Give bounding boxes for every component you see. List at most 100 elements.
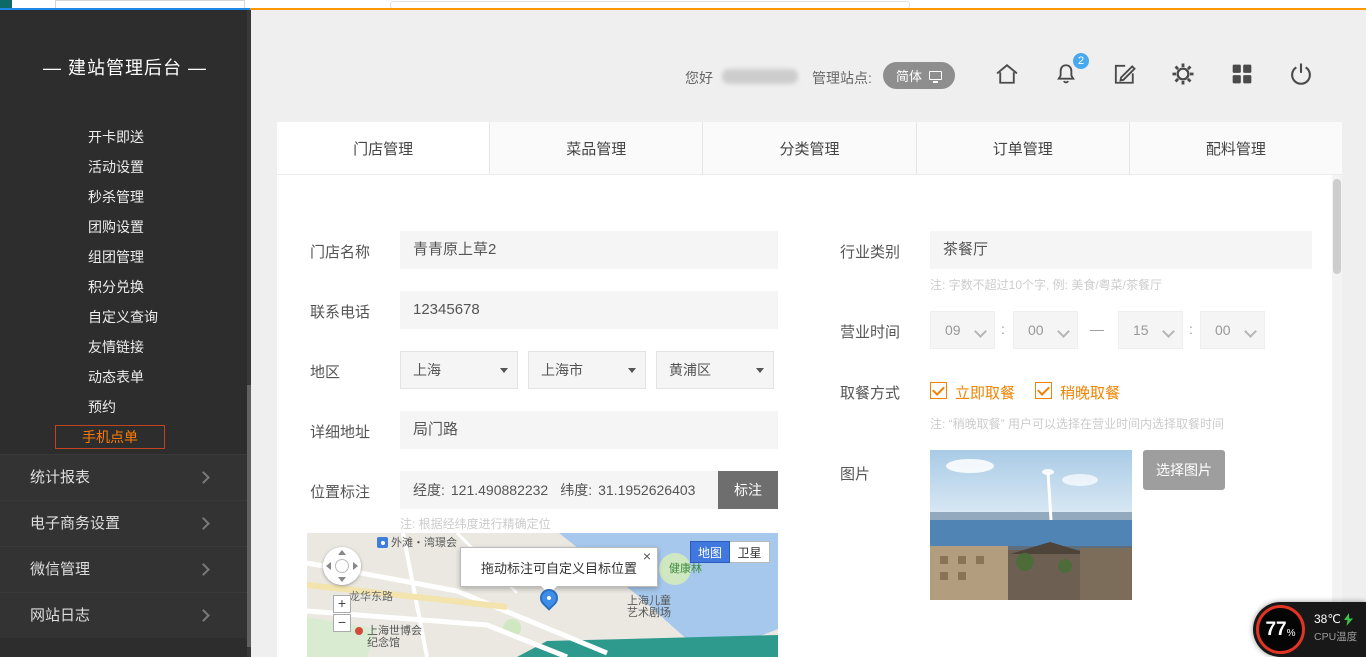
store-photo-thumbnail (930, 450, 1132, 600)
choose-image-button[interactable]: 选择图片 (1143, 450, 1225, 490)
sidebar-item-huodong[interactable]: 活动设置 (0, 152, 250, 182)
tab-dish-management[interactable]: 菜品管理 (490, 122, 703, 174)
sidebar: — 建站管理后台 — 开卡即送 活动设置 秒杀管理 团购设置 组团管理 积分兑换… (0, 10, 250, 657)
chevron-right-icon (197, 517, 210, 530)
sidebar-section-ecommerce[interactable]: 电子商务设置 (0, 500, 250, 546)
cpu-monitor-widget: 77 % 38℃ CPU温度 (1253, 602, 1366, 657)
pickup-later-label[interactable]: 稍晚取餐 (1060, 382, 1120, 403)
sidebar-item-yuyue[interactable]: 预约 (0, 392, 250, 422)
section-label: 统计报表 (30, 469, 90, 486)
user-name-blurred (722, 69, 798, 84)
category-label: 行业类别 (840, 241, 900, 262)
header: 您好 管理站点: 简体 2 (250, 10, 1366, 122)
hours-label: 营业时间 (840, 321, 900, 342)
cpu-percent-value: 77 (1265, 619, 1286, 641)
mark-location-button[interactable]: 标注 (718, 471, 778, 509)
sidebar-item-zutuan[interactable]: 组团管理 (0, 242, 250, 272)
open-minute-select[interactable]: 00 (1013, 311, 1078, 349)
store-name-label: 门店名称 (310, 241, 370, 262)
latitude-label: 纬度: (560, 480, 592, 500)
tab-store-management[interactable]: 门店管理 (277, 122, 490, 174)
sidebar-menu: 开卡即送 活动设置 秒杀管理 团购设置 组团管理 积分兑换 自定义查询 友情链接… (0, 122, 250, 452)
chevron-right-icon (197, 563, 210, 576)
home-icon[interactable] (993, 60, 1021, 88)
map-tooltip: 拖动标注可自定义目标位置 × (460, 547, 658, 587)
cpu-temperature-label: CPU温度 (1314, 629, 1357, 644)
pickup-later-checkbox[interactable] (1035, 382, 1052, 399)
cpu-temperature-value: 38℃ (1314, 612, 1341, 626)
close-minute-select[interactable]: 00 (1200, 311, 1265, 349)
sidebar-item-kaika[interactable]: 开卡即送 (0, 122, 250, 152)
cpu-info: 38℃ CPU温度 (1314, 612, 1357, 644)
edit-icon[interactable] (1110, 60, 1138, 88)
tab-ingredient-management[interactable]: 配料管理 (1130, 122, 1342, 174)
power-icon[interactable] (1287, 60, 1315, 88)
sidebar-item-jifen[interactable]: 积分兑换 (0, 272, 250, 302)
tab-order-management[interactable]: 订单管理 (917, 122, 1130, 174)
phone-label: 联系电话 (310, 301, 370, 322)
pan-up-arrow[interactable] (338, 550, 346, 555)
sidebar-item-zidingyi[interactable]: 自定义查询 (0, 302, 250, 332)
pickup-now-checkbox[interactable] (930, 382, 947, 399)
tab-category-management[interactable]: 分类管理 (703, 122, 916, 174)
image-label: 图片 (840, 463, 870, 484)
apps-grid-icon[interactable] (1228, 60, 1256, 88)
panel-scrollbar-track (1332, 175, 1342, 657)
map-label-park: 健康林 (669, 563, 702, 575)
satellite-mode-button[interactable]: 卫星 (730, 541, 770, 563)
region-label: 地区 (310, 361, 340, 382)
settings-gear-icon[interactable] (1169, 60, 1197, 88)
manage-site-label: 管理站点: (812, 68, 872, 88)
sidebar-section-stats[interactable]: 统计报表 (0, 454, 250, 500)
bell-badge: 2 (1073, 53, 1089, 69)
category-note: 注: 字数不超过10个字, 例: 美食/粤菜/茶餐厅 (930, 276, 1162, 293)
browser-strip (0, 0, 1366, 10)
map-mode-button[interactable]: 地图 (690, 541, 730, 563)
zoom-out-button[interactable]: − (333, 614, 351, 632)
tab-bar: 门店管理 菜品管理 分类管理 订单管理 配料管理 (277, 122, 1342, 175)
time-colon-2: : (1189, 321, 1193, 337)
map-pan-control[interactable] (323, 547, 361, 585)
city-select[interactable]: 上海市 (528, 351, 646, 389)
sidebar-item-mobile-order[interactable]: 手机点单 (0, 422, 250, 452)
language-button[interactable]: 简体 (883, 62, 955, 89)
pickup-now-label[interactable]: 立即取餐 (955, 382, 1015, 403)
map-tooltip-text: 拖动标注可自定义目标位置 (481, 558, 637, 577)
pan-left-arrow[interactable] (326, 562, 331, 570)
pan-right-arrow[interactable] (353, 562, 358, 570)
section-label: 电子商务设置 (30, 515, 120, 532)
panel-scrollbar-thumb[interactable] (1333, 179, 1341, 274)
longitude-value: 121.490882232 (451, 482, 548, 498)
notifications-bell-icon[interactable]: 2 (1052, 60, 1080, 88)
store-name-input[interactable]: 青青原上草2 (400, 231, 778, 269)
time-dash: — (1090, 321, 1104, 337)
tooltip-close-icon[interactable]: × (643, 548, 651, 564)
green-bolt-icon (1344, 613, 1353, 626)
chevron-right-icon (197, 471, 210, 484)
sidebar-item-mobile-order-label: 手机点单 (55, 425, 165, 449)
close-hour-select[interactable]: 15 (1118, 311, 1183, 349)
pickup-label: 取餐方式 (840, 382, 900, 403)
zoom-in-button[interactable]: + (333, 595, 351, 613)
sidebar-item-tuangou[interactable]: 团购设置 (0, 212, 250, 242)
sidebar-item-miaosha[interactable]: 秒杀管理 (0, 182, 250, 212)
phone-input[interactable]: 12345678 (400, 291, 778, 329)
district-select[interactable]: 黄浦区 (656, 351, 774, 389)
sidebar-item-youqing[interactable]: 友情链接 (0, 332, 250, 362)
address-input[interactable]: 局门路 (400, 411, 778, 449)
map-label-memorial: 上海世博会 纪念馆 (367, 625, 422, 649)
open-hour-select[interactable]: 09 (930, 311, 995, 349)
pan-down-arrow[interactable] (338, 577, 346, 582)
map-canvas[interactable]: 外滩・湾璟会 健康林 龙华东路 上海儿童 艺术剧场 上海世博会 纪念馆 地图 卫… (307, 533, 778, 657)
sidebar-item-dongtai[interactable]: 动态表单 (0, 362, 250, 392)
section-label: 网站日志 (30, 607, 90, 624)
form-panel: 门店名称 青青原上草2 联系电话 12345678 地区 上海 上海市 黄浦区 … (277, 175, 1332, 657)
transit-poi-icon (377, 537, 388, 548)
province-select[interactable]: 上海 (400, 351, 518, 389)
category-input[interactable]: 茶餐厅 (930, 231, 1312, 269)
sidebar-scrollbar-thumb[interactable] (247, 385, 251, 647)
chevron-right-icon (197, 609, 210, 622)
sidebar-section-wechat[interactable]: 微信管理 (0, 546, 250, 592)
sidebar-section-logs[interactable]: 网站日志 (0, 592, 250, 638)
longitude-label: 经度: (413, 480, 445, 500)
